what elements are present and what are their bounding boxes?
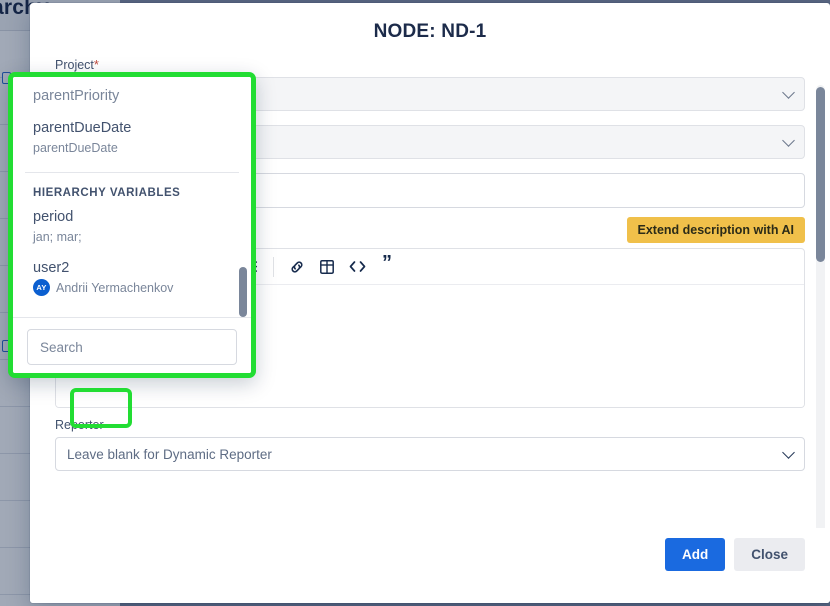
quote-icon[interactable]: ” [373,254,401,280]
chevron-down-icon [782,86,795,99]
add-button[interactable]: Add [665,538,725,571]
variable-description: parentDueDate [33,139,231,158]
table-icon[interactable] [313,254,341,280]
project-label-text: Project [55,58,94,72]
reporter-label: Reporter [55,418,805,432]
reporter-select[interactable]: Leave blank for Dynamic Reporter [55,437,805,471]
variable-list-scrollbar-thumb[interactable] [239,267,247,317]
variable-name: parentDueDate [33,118,231,139]
toolbar-divider [273,257,274,277]
variable-description-row: AY Andrii Yermachenkov [33,279,231,298]
code-icon[interactable] [343,254,371,280]
chevron-down-icon [782,134,795,147]
search-input[interactable] [27,329,237,365]
page-root: archy NODE: ND-1 Project* [0,0,830,606]
close-button[interactable]: Close [734,538,805,571]
dialog-scrollbar-thumb[interactable] [816,87,825,262]
reporter-select-value: Leave blank for Dynamic Reporter [67,447,272,462]
extend-description-ai-button[interactable]: Extend description with AI [627,217,806,243]
avatar: AY [33,279,50,296]
list-item[interactable]: user2 AY Andrii Yermachenkov [13,253,251,304]
variable-name: user2 [33,258,231,279]
dialog-footer: Add Close [30,528,830,603]
hierarchy-variables-header: HIERARCHY VARIABLES [13,173,251,202]
list-item[interactable]: parentDueDate parentDueDate [13,113,251,164]
link-icon[interactable] [283,254,311,280]
variable-name: parentPriority [33,86,231,107]
variable-description: Andrii Yermachenkov [56,279,173,298]
list-item[interactable]: period jan; mar; [13,202,251,253]
list-item[interactable]: parentPriority [13,81,251,113]
page-title: NODE: ND-1 [30,3,830,47]
variable-description: jan; mar; [33,228,231,247]
variable-dropdown: parentPriority parentDueDate parentDueDa… [8,72,256,378]
required-marker: * [94,57,99,72]
variable-search-area [13,317,251,378]
variable-name: period [33,207,231,228]
project-label: Project* [55,57,805,72]
chevron-down-icon [782,446,795,459]
variable-list: parentPriority parentDueDate parentDueDa… [13,77,251,317]
